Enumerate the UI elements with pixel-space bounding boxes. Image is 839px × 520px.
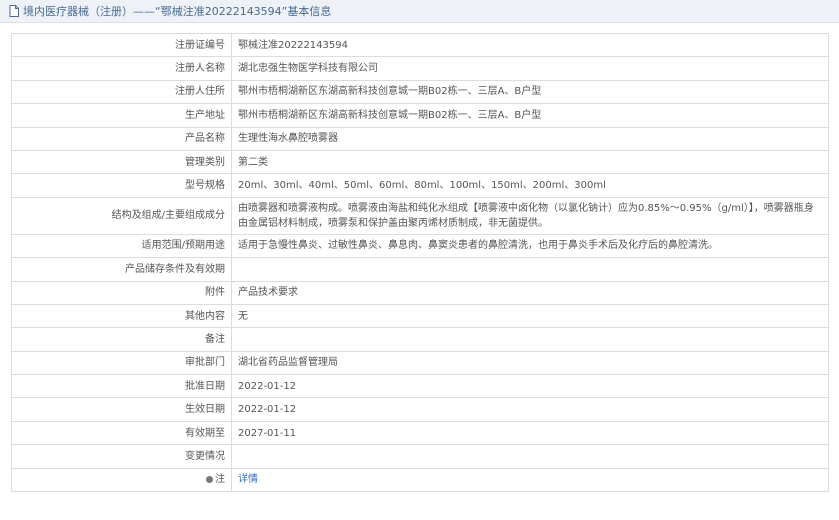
page-header: 境内医疗器械（注册）——“鄂械注准20222143594”基本信息: [0, 0, 839, 23]
table-row: 产品储存条件及有效期: [11, 257, 829, 282]
table-row: 注册人名称 湖北忠强生物医学科技有限公司: [11, 56, 829, 81]
table-row: 附件 产品技术要求: [11, 280, 829, 305]
field-value: [231, 327, 829, 352]
table-row: 其他内容无: [11, 303, 829, 329]
field-label: 型号规格: [11, 173, 232, 198]
table-row-note: 注 详情: [11, 467, 829, 493]
field-value: 适用于急慢性鼻炎、过敏性鼻炎、鼻息肉、鼻窦炎患者的鼻腔清洗，也用于鼻炎手术后及化…: [231, 233, 829, 259]
field-value: 鄂械注准20222143594: [231, 32, 829, 58]
field-value: 20ml、30ml、40ml、50ml、60ml、80ml、100ml、150m…: [231, 173, 829, 198]
table-row: 审批部门 湖北省药品监督管理局: [11, 350, 829, 376]
field-value: 鄂州市梧桐湖新区东湖高新科技创意城一期B02栋一、三层A、B户型: [231, 79, 829, 105]
field-value: 鄂州市梧桐湖新区东湖高新科技创意城一期B02栋一、三层A、B户型: [231, 103, 829, 128]
field-label: 生效日期: [11, 397, 232, 422]
breadcrumb: 境内医疗器械（注册）——“鄂械注准20222143594”基本信息: [23, 5, 332, 18]
field-value: 2027-01-11: [231, 420, 829, 446]
table-row: 变更情况: [11, 444, 829, 469]
field-value: 产品技术要求: [231, 280, 829, 305]
table-row: 生效日期 2022-01-12: [11, 397, 829, 422]
field-label: 变更情况: [11, 444, 232, 469]
field-label: 结构及组成/主要组成成分: [11, 196, 232, 235]
field-value: 湖北忠强生物医学科技有限公司: [231, 56, 829, 81]
document-icon: [9, 5, 19, 17]
field-value: 生理性海水鼻腔喷雾器: [231, 126, 829, 151]
field-label: 产品储存条件及有效期: [11, 257, 232, 282]
field-value: 2022-01-12: [231, 397, 829, 422]
field-label: 注册人名称: [11, 56, 232, 81]
field-value: [231, 444, 829, 469]
field-label: 适用范围/预期用途: [11, 233, 232, 259]
field-value: [231, 257, 829, 282]
field-label: 产品名称: [11, 126, 232, 151]
field-label: 注册证编号: [11, 32, 232, 58]
note-icon: [206, 475, 213, 483]
field-label: 注册人住所: [11, 79, 232, 105]
field-label: 其他内容: [11, 303, 232, 329]
field-label: 批准日期: [11, 374, 232, 399]
table-row: 生产地址 鄂州市梧桐湖新区东湖高新科技创意城一期B02栋一、三层A、B户型: [11, 103, 829, 128]
field-label: 审批部门: [11, 350, 232, 376]
field-value: 第二类: [231, 149, 829, 175]
info-table: 注册证编号 鄂械注准20222143594 注册人名称 湖北忠强生物医学科技有限公司注…: [11, 32, 829, 493]
table-row: 型号规格 20ml、30ml、40ml、50ml、60ml、80ml、100ml、…: [11, 173, 829, 198]
table-row: 备注: [11, 327, 829, 352]
table-row: 批准日期 2022-01-12: [11, 374, 829, 399]
table-row: 产品名称 生理性海水鼻腔喷雾器: [11, 126, 829, 151]
note-label: 注: [215, 474, 225, 486]
table-row: 注册人住所 鄂州市梧桐湖新区东湖高新科技创意城一期B02栋一、三层A、B户型: [11, 79, 829, 105]
field-label: 管理类别: [11, 149, 232, 175]
details-link[interactable]: 详情: [238, 474, 258, 485]
field-value: 由喷雾器和喷雾液构成。喷雾液由海盐和纯化水组成【喷雾液中卤化物（以氯化钠计）应为…: [231, 196, 829, 235]
field-label: 有效期至: [11, 420, 232, 446]
note-value-cell: 详情: [231, 467, 829, 493]
info-table-container: 注册证编号 鄂械注准20222143594 注册人名称 湖北忠强生物医学科技有限公司注…: [11, 32, 829, 493]
note-label-cell: 注: [11, 467, 232, 493]
field-value: 无: [231, 303, 829, 329]
table-row: 管理类别 第二类: [11, 149, 829, 175]
field-value: 2022-01-12: [231, 374, 829, 399]
field-label: 生产地址: [11, 103, 232, 128]
field-value: 湖北省药品监督管理局: [231, 350, 829, 376]
field-label: 附件: [11, 280, 232, 305]
table-row: 有效期至 2027-01-11: [11, 420, 829, 446]
table-row: 注册证编号 鄂械注准20222143594: [11, 32, 829, 58]
field-label: 备注: [11, 327, 232, 352]
table-row: 适用范围/预期用途 适用于急慢性鼻炎、过敏性鼻炎、鼻息肉、鼻窦炎患者的鼻腔清洗，也…: [11, 233, 829, 259]
table-row: 结构及组成/主要组成成分 由喷雾器和喷雾液构成。喷雾液由海盐和纯化水组成【喷雾液中…: [11, 196, 829, 235]
